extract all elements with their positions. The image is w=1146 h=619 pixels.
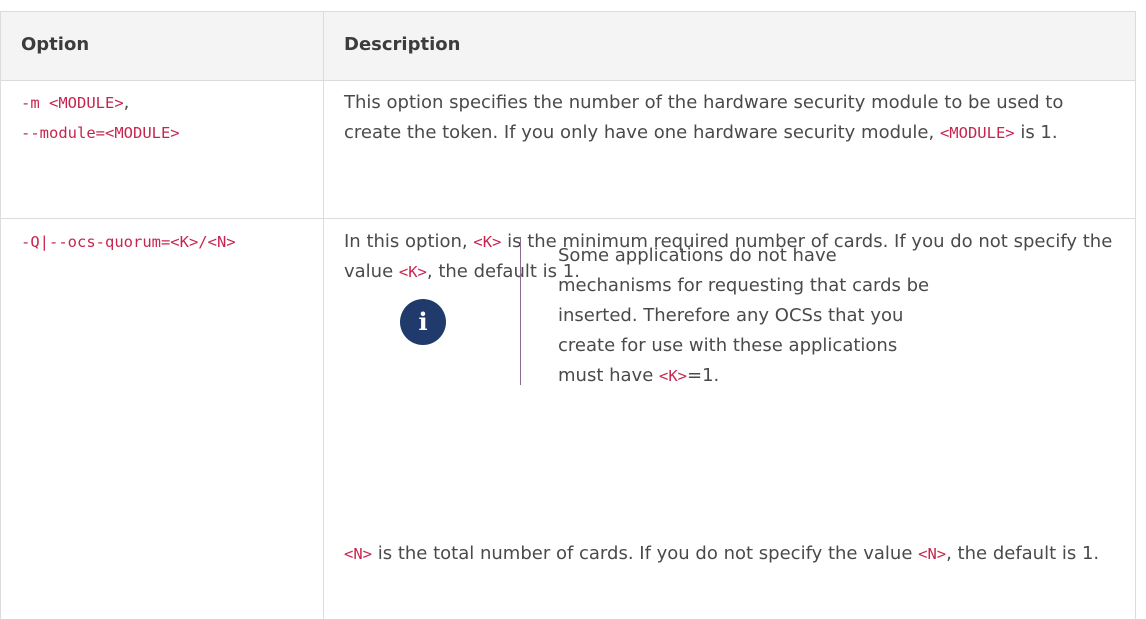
option-code: --module=<MODULE> — [21, 124, 180, 142]
column-header-description: Description — [344, 34, 461, 55]
info-icon: i — [400, 299, 446, 345]
option-separator: , — [123, 92, 130, 113]
description-cell: This option specifies the number of the … — [344, 88, 1124, 148]
table-row: -m <MODULE>, --module=<MODULE> This opti… — [0, 80, 1136, 219]
inline-code: <K> — [659, 367, 687, 385]
description-cell-continued: <N> is the total number of cards. If you… — [344, 539, 1124, 569]
note-body: =1. — [687, 365, 720, 386]
column-divider — [323, 219, 324, 619]
description-text: is the total number of cards. If you do … — [372, 543, 919, 564]
option-cell: -m <MODULE>, --module=<MODULE> — [21, 88, 180, 148]
description-text: , the default is 1. — [946, 543, 1100, 564]
option-code: -m <MODULE> — [21, 94, 124, 112]
column-divider — [323, 12, 324, 80]
note-divider — [520, 237, 521, 385]
inline-code: <N> — [344, 545, 372, 563]
inline-code: <MODULE> — [939, 124, 1015, 142]
option-cell: -Q|--ocs-quorum=<K>/<N> — [21, 227, 236, 257]
info-note: i Some applications do not have mechanis… — [344, 237, 1124, 387]
column-divider — [323, 80, 324, 218]
column-header-option: Option — [21, 34, 90, 55]
description-text: is 1. — [1014, 122, 1058, 143]
note-body: Some applications do not have mechanisms… — [558, 245, 930, 386]
inline-code: <N> — [918, 545, 947, 563]
note-text: Some applications do not have mechanisms… — [558, 241, 938, 391]
option-code: -Q|--ocs-quorum=<K>/<N> — [21, 233, 236, 251]
table-row: -Q|--ocs-quorum=<K>/<N> In this option, … — [0, 219, 1136, 619]
table-header: Option Description — [0, 11, 1136, 81]
